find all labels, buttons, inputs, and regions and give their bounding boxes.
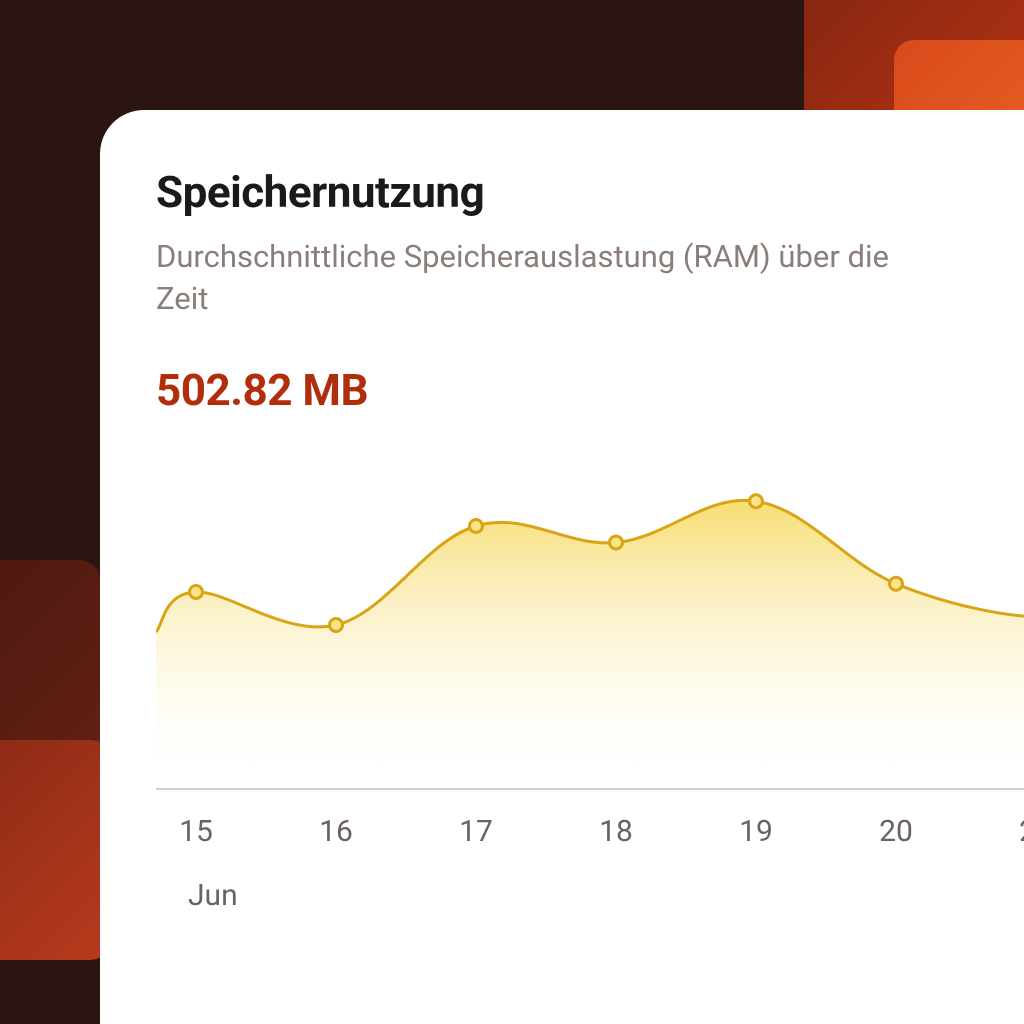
x-tick-label: 16 — [306, 814, 366, 849]
x-tick-label: 15 — [166, 814, 226, 849]
card-title: Speichernutzung — [156, 166, 1024, 218]
data-point — [470, 519, 483, 532]
x-tick-label: 20 — [866, 814, 926, 849]
data-point — [750, 494, 763, 507]
data-point — [190, 585, 203, 598]
x-tick-label: 21 — [1006, 814, 1024, 849]
x-tick-label: 18 — [586, 814, 646, 849]
memory-area-chart — [156, 460, 1024, 790]
data-point — [330, 618, 343, 631]
data-point — [610, 536, 623, 549]
current-metric: 502.82 MB — [156, 364, 1024, 416]
x-tick-label: 19 — [726, 814, 786, 849]
memory-usage-card: Speichernutzung Durchschnittliche Speich… — [100, 110, 1024, 1024]
data-point — [890, 577, 903, 590]
x-tick-label: 17 — [446, 814, 506, 849]
x-axis-labels: 15 16 17 18 19 20 21 — [156, 814, 1024, 850]
x-axis-month: Jun — [188, 878, 1024, 913]
card-subtitle: Durchschnittliche Speicherauslastung (RA… — [156, 236, 916, 320]
